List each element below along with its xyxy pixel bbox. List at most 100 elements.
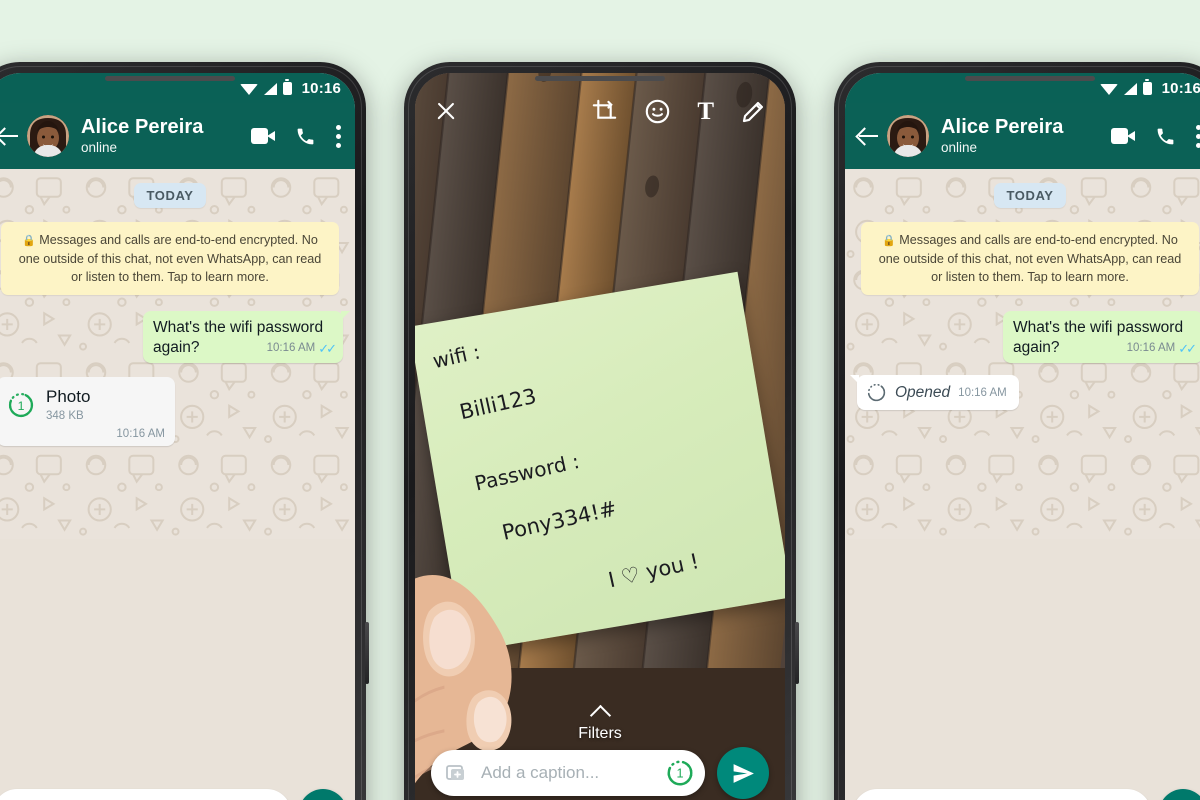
battery-icon (282, 79, 292, 95)
view-once-opened-bubble[interactable]: Opened 10:16 AM (850, 375, 1019, 411)
caption-placeholder: Add a caption... (481, 763, 600, 782)
video-call-icon[interactable] (251, 128, 275, 144)
contact-name: Alice Pereira (941, 116, 1064, 139)
lock-icon: 🔒 (22, 235, 36, 247)
status-bar-clock: 10:16 (1161, 79, 1200, 97)
double-check-read-icon: ✓✓ (1178, 340, 1197, 356)
encryption-notice[interactable]: 🔒 Messages and calls are end-to-end encr… (861, 222, 1199, 296)
gallery-add-icon[interactable] (445, 761, 469, 785)
filters-label: Filters (578, 725, 622, 742)
earpiece-speaker (535, 76, 665, 81)
view-once-icon[interactable]: 1 (665, 758, 695, 788)
pencil-draw-icon[interactable] (740, 98, 767, 125)
send-button[interactable] (717, 747, 769, 799)
photo-card-row: 1 Photo 348 KB (7, 387, 165, 423)
contact-info[interactable]: Alice Pereira online (81, 116, 251, 156)
message-input-field[interactable]: Type a message (853, 789, 1151, 800)
view-once-opened-icon (867, 384, 886, 402)
lock-icon: 🔒 (882, 235, 896, 247)
outgoing-message-bubble[interactable]: What's the wifi password again? 10:16 AM… (1003, 311, 1200, 364)
photo-editor-toolbar: T (415, 87, 785, 135)
phone-call-icon[interactable] (1155, 126, 1176, 147)
note-line-1: wifi : (429, 339, 482, 374)
add-text-label: T (697, 97, 714, 125)
app-bar-actions (251, 124, 343, 148)
note-line-2: Billi123 (456, 384, 539, 425)
more-options-icon[interactable] (336, 124, 341, 148)
message-meta: 10:16 AM ✓✓ (266, 340, 337, 356)
phone-middle: wifi : Billi123 Password : Pony334!# I ♡… (404, 62, 799, 800)
phone-left-screen: 10:16 Alice Pereira online TODAY 🔒 Messa… (0, 73, 355, 800)
microphone-button[interactable] (299, 789, 347, 800)
photo-card-size: 348 KB (46, 409, 84, 422)
message-composer: Type a message (845, 785, 1200, 800)
message-composer: Type a message (0, 785, 355, 800)
contact-status: online (81, 140, 118, 156)
back-arrow-icon[interactable] (853, 121, 883, 151)
phone-left: 10:16 Alice Pereira online TODAY 🔒 Messa… (0, 62, 369, 800)
send-icon (733, 763, 754, 783)
phone-side-button[interactable] (795, 622, 799, 684)
svg-text:1: 1 (18, 399, 25, 413)
phone-right: 10:16 Alice Pereira online TODAY 🔒 Messa… (834, 62, 1200, 800)
message-time: 10:16 AM (266, 341, 316, 354)
add-text-icon[interactable]: T (697, 99, 714, 124)
caption-input-field[interactable]: Add a caption... 1 (431, 750, 705, 796)
svg-text:1: 1 (676, 767, 683, 781)
phone-call-icon[interactable] (295, 126, 316, 147)
avatar[interactable] (887, 115, 929, 157)
status-bar-icons (1099, 79, 1152, 95)
photo-card-time: 10:16 AM (116, 427, 165, 440)
earpiece-speaker (105, 76, 235, 81)
message-input-field[interactable]: Type a message (0, 789, 291, 800)
opened-time: 10:16 AM (958, 386, 1007, 399)
phone-middle-screen: wifi : Billi123 Password : Pony334!# I ♡… (415, 73, 785, 800)
double-check-read-icon: ✓✓ (318, 340, 337, 356)
contact-info[interactable]: Alice Pereira online (941, 116, 1111, 156)
microphone-button[interactable] (1159, 789, 1200, 800)
back-arrow-icon[interactable] (0, 121, 23, 151)
encryption-notice[interactable]: 🔒 Messages and calls are end-to-end encr… (1, 222, 339, 296)
phone-right-screen: 10:16 Alice Pereira online TODAY 🔒 Messa… (845, 73, 1200, 800)
view-once-icon: 1 (8, 392, 34, 418)
chat-messages: TODAY 🔒 Messages and calls are end-to-en… (0, 169, 355, 800)
signal-icon (1123, 82, 1137, 95)
opened-label: Opened (895, 383, 951, 401)
chat-app-bar: Alice Pereira online (0, 103, 355, 169)
battery-icon (1142, 79, 1152, 95)
filters-control[interactable]: Filters (415, 704, 785, 743)
message-meta: 10:16 AM ✓✓ (1126, 340, 1197, 356)
view-once-photo-card[interactable]: 1 Photo 348 KB 10:16 AM (0, 377, 175, 446)
chat-thread: TODAY 🔒 Messages and calls are end-to-en… (845, 169, 1200, 800)
note-line-3: Password : (472, 448, 582, 496)
app-bar-actions (1111, 124, 1200, 148)
phone-side-button[interactable] (365, 622, 369, 684)
encryption-notice-text: Messages and calls are end-to-end encryp… (878, 233, 1182, 285)
date-divider: TODAY (994, 183, 1066, 208)
screenshot-stage: 10:16 Alice Pereira online TODAY 🔒 Messa… (0, 0, 1200, 800)
photo-card-texts: Photo 348 KB (46, 387, 90, 423)
chevron-up-icon (589, 704, 611, 727)
outgoing-message-bubble[interactable]: What's the wifi password again? 10:16 AM… (143, 311, 350, 364)
crop-rotate-icon[interactable] (591, 98, 618, 125)
sticker-emoji-icon[interactable] (644, 98, 671, 125)
more-options-icon[interactable] (1196, 124, 1200, 148)
earpiece-speaker (965, 76, 1095, 81)
status-bar-clock: 10:16 (301, 79, 341, 97)
avatar[interactable] (27, 115, 69, 157)
encryption-notice-text: Messages and calls are end-to-end encryp… (18, 233, 322, 285)
close-icon[interactable] (433, 98, 459, 124)
message-time: 10:16 AM (1126, 341, 1176, 354)
chat-messages: TODAY 🔒 Messages and calls are end-to-en… (845, 169, 1200, 800)
chat-thread: TODAY 🔒 Messages and calls are end-to-en… (0, 169, 355, 800)
wifi-icon (1099, 83, 1118, 95)
date-divider: TODAY (134, 183, 206, 208)
photo-preview: wifi : Billi123 Password : Pony334!# I ♡… (415, 73, 785, 800)
photo-card-title: Photo (46, 387, 91, 407)
video-call-icon[interactable] (1111, 128, 1135, 144)
contact-name: Alice Pereira (81, 116, 204, 139)
chat-app-bar: Alice Pereira online (845, 103, 1200, 169)
status-bar-icons (239, 79, 292, 95)
wifi-icon (239, 83, 258, 95)
caption-row: Add a caption... 1 (415, 747, 785, 799)
